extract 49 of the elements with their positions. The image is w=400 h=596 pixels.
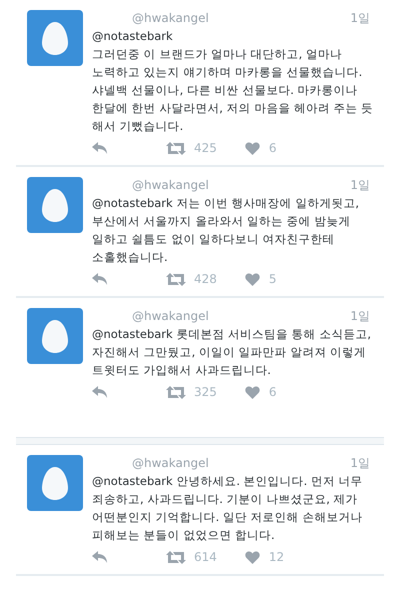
heart-icon[interactable] — [244, 386, 260, 398]
tweet-text-line: 샤넬백 선물이나, 다른 비싼 선물보다. 마카롱이나 — [92, 82, 358, 99]
user-handle[interactable]: @hwakangel — [92, 9, 209, 27]
tweet-text-line: 해서 기뻤습니다. — [92, 118, 184, 135]
tweet-text-line: @notastebark 롯데본점 서비스팀을 통해 소식듣고, — [92, 326, 371, 343]
tweet-text-line: 트윗터도 가입해서 사과드립니다. — [92, 362, 271, 379]
avatar-icon — [27, 455, 83, 511]
retweet-count: 614 — [194, 549, 217, 566]
tweet-time: 1일 — [350, 177, 370, 194]
avatar-icon — [27, 177, 83, 233]
retweet-icon[interactable] — [166, 386, 186, 398]
tweet-text-line: 죄송하고, 사과드립니다. 기분이 나쁘셨군요, 제가 — [92, 491, 358, 508]
reply-icon[interactable] — [92, 551, 108, 563]
retweet-icon[interactable] — [166, 142, 186, 154]
tweet-time: 1일 — [350, 10, 370, 27]
retweet-count: 428 — [194, 271, 217, 288]
like-count: 5 — [268, 271, 277, 288]
heart-icon[interactable] — [244, 142, 260, 154]
tweet-text-line: 피해보는 분들이 없었으면 합니다. — [92, 527, 275, 544]
reply-icon[interactable] — [92, 273, 108, 285]
reply-icon[interactable] — [92, 142, 108, 154]
like-count: 12 — [268, 549, 284, 566]
retweet-count: 425 — [194, 140, 217, 157]
like-count: 6 — [268, 384, 277, 401]
tweet-time: 1일 — [350, 308, 370, 325]
tweet-text-line: @notastebark 저는 이번 행사매장에 일하게됫고, — [92, 195, 359, 212]
tweet-text-line: 부산에서 서울까지 올라와서 일하는 중에 밤늦게 — [92, 213, 350, 230]
heart-icon[interactable] — [244, 272, 260, 286]
avatar-icon — [27, 10, 83, 66]
retweet-icon[interactable] — [166, 550, 186, 564]
tweet-text-line: 소홀했습니다. — [92, 249, 168, 266]
tweet-text-line: 어떤분인지 기억합니다. 일단 저로인해 손해보거나 — [92, 509, 362, 526]
user-handle[interactable]: @hwakangel — [92, 307, 209, 325]
tweet-text-line: 그러던중 이 브랜드가 얼마나 대단하고, 얼마나 — [92, 46, 342, 63]
tweet-text-line: @notastebark 안녕하세요. 본인입니다. 먼저 너무 — [92, 473, 363, 490]
retweet-icon[interactable] — [166, 272, 186, 286]
like-count: 6 — [268, 140, 277, 157]
tweet-text-line: @notastebark — [92, 28, 173, 45]
tweet-text-line: 일하고 쉴틈도 없이 일하다보니 여자친구한테 — [92, 231, 335, 248]
tweet-text-line: 노력하고 있는지 얘기하며 마카롱을 선물했습니다. — [92, 64, 362, 81]
tweet-text-line: 한달에 한번 사달라면서, 저의 마음을 헤아려 주는 듯 — [92, 100, 374, 117]
retweet-count: 325 — [194, 384, 217, 401]
user-handle[interactable]: @hwakangel — [92, 176, 209, 194]
avatar-icon — [27, 308, 83, 364]
user-handle[interactable]: @hwakangel — [92, 454, 209, 472]
tweet-text-line: 자진해서 그만뒀고, 이일이 일파만파 알려져 이렇게 — [92, 344, 366, 361]
tweet-time: 1일 — [350, 455, 370, 472]
heart-icon[interactable] — [244, 550, 260, 564]
reply-icon[interactable] — [92, 386, 108, 398]
